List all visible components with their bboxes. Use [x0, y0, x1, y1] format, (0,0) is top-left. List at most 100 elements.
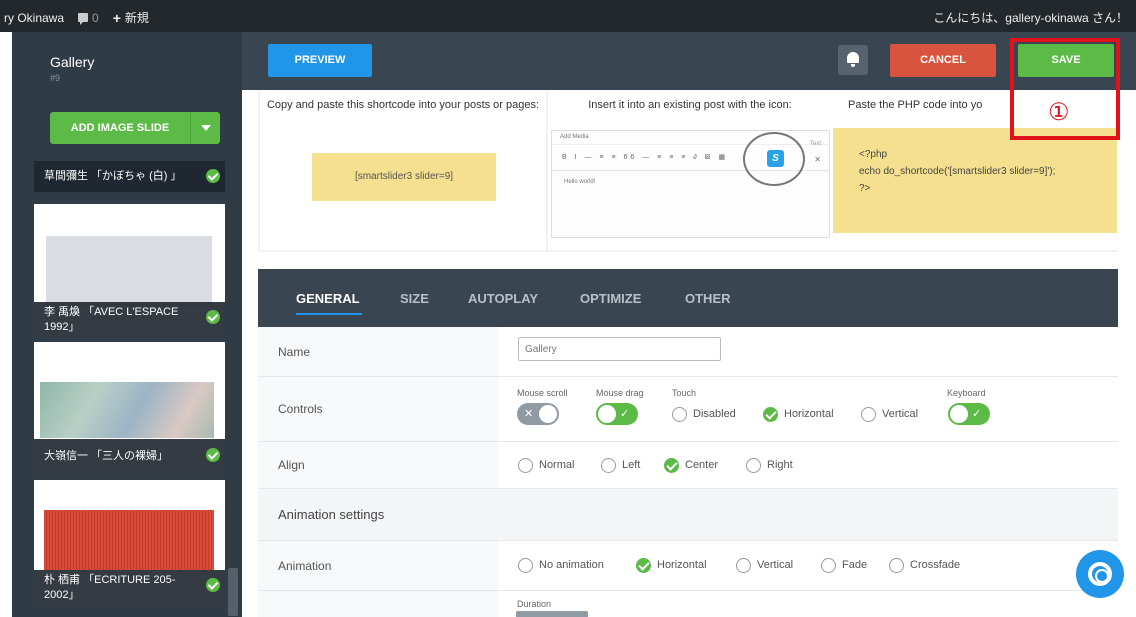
slider-id: #9: [50, 73, 61, 83]
radio-dot: [861, 406, 876, 422]
editor-icon-column: Insert it into an existing post with the…: [548, 90, 832, 250]
slide-item[interactable]: 大嶺信一 「三人の裸婦」: [34, 342, 225, 474]
keyboard-toggle[interactable]: ✓: [948, 403, 990, 425]
site-name-link[interactable]: ry Okinawa: [4, 11, 64, 25]
admin-bar-left: ry Okinawa 0 + 新規: [4, 9, 149, 26]
editor-preview-image: Add Media Text B I — ≡ ≡ 66 — ≡ ≡ ≡ ∂ ⊠ …: [551, 130, 830, 238]
check-icon: ✓: [972, 408, 982, 420]
comments-count: 0: [92, 10, 99, 25]
settings-tabs: GENERAL SIZE AUTOPLAY OPTIMIZE OTHER: [258, 269, 1118, 327]
animation-option-fade[interactable]: Fade: [821, 557, 867, 573]
slides-sidebar: Gallery #9 ADD IMAGE SLIDE 草間彌生 「かぼちゃ (白…: [12, 32, 242, 617]
slide-item[interactable]: 李 禹煥 「AVEC L'ESPACE 1992」: [34, 204, 225, 338]
shortcode-instructions: Copy and paste this shortcode into your …: [266, 99, 540, 111]
radio-label: Center: [685, 459, 719, 471]
php-line: echo do_shortcode('[smartslider3 slider=…: [859, 166, 1056, 177]
chevron-down-icon[interactable]: [190, 112, 220, 144]
publish-info-panel: Copy and paste this shortcode into your …: [258, 90, 1118, 252]
slider-settings: GENERAL SIZE AUTOPLAY OPTIMIZE OTHER Nam…: [258, 269, 1118, 617]
preview-button[interactable]: PREVIEW: [268, 44, 372, 77]
tab-other[interactable]: OTHER: [685, 291, 731, 306]
tab-size[interactable]: SIZE: [400, 291, 429, 306]
setting-label: [258, 591, 498, 617]
radio-dot: [672, 406, 687, 422]
setting-value: Normal Left Center Right: [498, 442, 1118, 488]
radio-label: Fade: [842, 559, 868, 571]
touch-option-vertical[interactable]: Vertical: [861, 406, 918, 422]
slide-thumbnail: [46, 236, 212, 306]
php-code-box[interactable]: <?php echo do_shortcode('[smartslider3 s…: [833, 128, 1117, 233]
slider-name-input[interactable]: [518, 337, 721, 361]
align-option-center[interactable]: Center: [664, 457, 718, 473]
tab-general[interactable]: GENERAL: [296, 291, 360, 306]
tab-autoplay[interactable]: AUTOPLAY: [468, 291, 538, 306]
slide-caption: 草間彌生 「かぼちゃ (白) 」: [34, 161, 225, 192]
cancel-button[interactable]: CANCEL: [890, 44, 996, 77]
greeting[interactable]: こんにちは、gallery-okinawa さん！: [933, 9, 1128, 26]
setting-label: Name: [258, 327, 498, 376]
published-check-icon[interactable]: [206, 169, 220, 183]
section-title: Animation settings: [278, 507, 385, 522]
notifications-button[interactable]: [838, 45, 868, 75]
setting-row-align: Align Normal Left Center Right: [258, 442, 1118, 489]
touch-option-disabled[interactable]: Disabled: [672, 406, 736, 422]
tab-optimize[interactable]: OPTIMIZE: [580, 291, 641, 306]
touch-option-horizontal[interactable]: Horizontal: [763, 406, 834, 422]
shortcode-column: Copy and paste this shortcode into your …: [260, 90, 546, 250]
setting-row-animation: Animation No animation Horizontal Vertic…: [258, 541, 1118, 591]
radio-label: Disabled: [693, 408, 736, 420]
setting-label: Align: [258, 442, 498, 488]
radio-label: No animation: [539, 559, 604, 571]
bell-icon: [847, 52, 859, 67]
lifebuoy-icon: [1088, 562, 1112, 586]
setting-label: Animation: [258, 541, 498, 590]
new-content-link[interactable]: + 新規: [113, 9, 149, 26]
add-image-slide-button[interactable]: ADD IMAGE SLIDE: [50, 112, 220, 144]
align-option-right[interactable]: Right: [746, 457, 793, 473]
toggle-knob: [539, 405, 557, 423]
admin-bar: ry Okinawa 0 + 新規 こんにちは、gallery-okinawa …: [0, 0, 1136, 32]
mouse-scroll-toggle[interactable]: ✕: [517, 403, 559, 425]
radio-dot: [763, 406, 778, 422]
radio-label: Vertical: [882, 408, 919, 420]
animation-option-none[interactable]: No animation: [518, 557, 604, 573]
animation-option-crossfade[interactable]: Crossfade: [889, 557, 960, 573]
radio-label: Right: [767, 459, 793, 471]
slide-item[interactable]: 朴 栖甫 「ECRITURE 205-2002」: [34, 480, 225, 606]
setting-value: [498, 327, 1118, 376]
shortcode-box[interactable]: [smartslider3 slider=9]: [312, 153, 496, 201]
duration-input[interactable]: [516, 611, 588, 617]
mouse-drag-label: Mouse drag: [596, 388, 644, 398]
slide-caption: 大嶺信一 「三人の裸婦」: [34, 439, 225, 474]
new-label: 新規: [124, 11, 149, 25]
comments-link[interactable]: 0: [78, 11, 99, 25]
help-button[interactable]: [1076, 550, 1124, 598]
published-check-icon[interactable]: [206, 310, 220, 324]
highlight-circle: [743, 132, 805, 186]
radio-dot: [601, 457, 616, 473]
slide-item[interactable]: 草間彌生 「かぼちゃ (白) 」: [34, 160, 225, 192]
mouse-drag-toggle[interactable]: ✓: [596, 403, 638, 425]
radio-dot: [746, 457, 761, 473]
keyboard-label: Keyboard: [947, 388, 986, 398]
animation-option-vertical[interactable]: Vertical: [736, 557, 793, 573]
published-check-icon[interactable]: [206, 448, 220, 462]
radio-label: Horizontal: [657, 559, 707, 571]
setting-row-name: Name: [258, 327, 1118, 377]
sidebar-scrollbar[interactable]: [228, 568, 238, 616]
slide-caption: 李 禹煥 「AVEC L'ESPACE 1992」: [34, 302, 225, 338]
radio-dot: [664, 457, 679, 473]
editor-toolbar: PREVIEW CANCEL SAVE: [242, 32, 1136, 90]
slide-caption: 朴 栖甫 「ECRITURE 205-2002」: [34, 570, 225, 606]
align-option-left[interactable]: Left: [601, 457, 640, 473]
toggle-knob: [950, 405, 968, 423]
published-check-icon[interactable]: [206, 578, 220, 592]
radio-dot: [889, 557, 904, 573]
slide-thumbnail: [44, 510, 214, 570]
php-line: <?php: [859, 149, 888, 160]
plus-icon: +: [112, 9, 121, 26]
setting-value: Duration: [498, 591, 1118, 617]
setting-value: No animation Horizontal Vertical Fade Cr…: [498, 541, 1118, 590]
align-option-normal[interactable]: Normal: [518, 457, 574, 473]
animation-option-horizontal[interactable]: Horizontal: [636, 557, 707, 573]
